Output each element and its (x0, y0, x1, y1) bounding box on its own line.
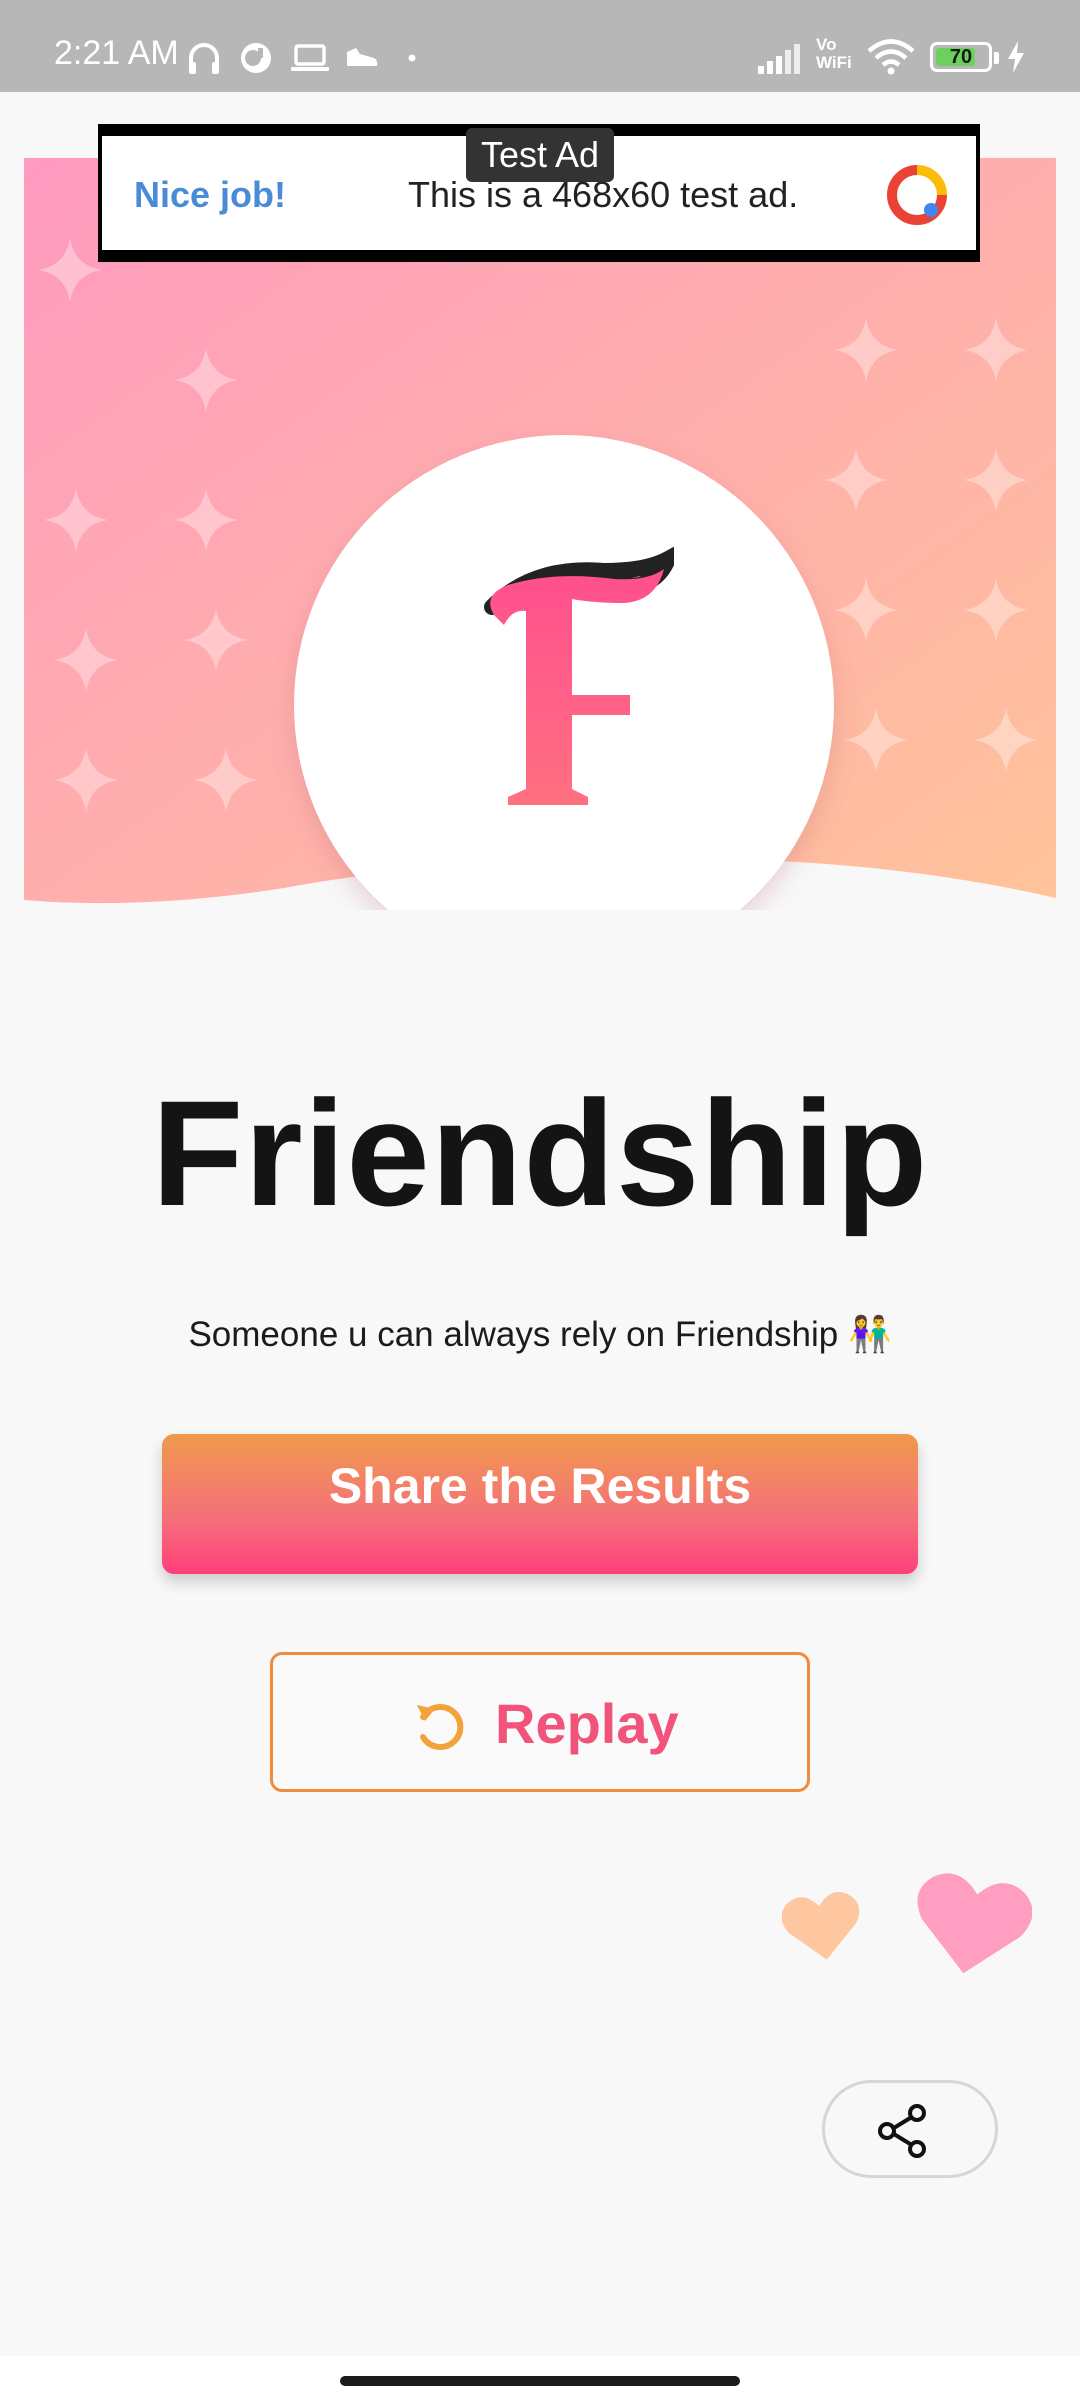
headphones-icon (189, 43, 219, 74)
app-notification-icon (241, 43, 271, 73)
shoe-icon (347, 48, 378, 66)
status-bar: 2:21 AM Vo WiFi 70 (0, 0, 1080, 92)
replay-label: Replay (495, 1692, 679, 1755)
test-ad-label: Test Ad (466, 128, 614, 182)
heart-small-icon (782, 1891, 860, 1960)
avatar-letter-f-icon (484, 546, 674, 805)
status-right-icons: Vo WiFi 70 (756, 36, 1036, 78)
result-description: Someone u can always rely on Friendship … (188, 1315, 892, 1354)
app-screen: 2:21 AM Vo WiFi 70 Nice job! This is a 4… (0, 0, 1080, 2400)
dot-icon (408, 54, 416, 62)
vowifi-indicator: Vo WiFi (816, 36, 852, 72)
laptop-icon (291, 44, 329, 71)
share-results-button[interactable]: Share the Results (162, 1434, 918, 1574)
heart-large-icon (917, 1873, 1032, 1974)
navigation-bar (0, 2356, 1080, 2400)
home-indicator[interactable] (340, 2376, 740, 2386)
share-icon-button[interactable] (822, 2080, 998, 2178)
battery-level: 70 (949, 46, 973, 68)
vowifi-line-1: Vo (816, 35, 837, 54)
charging-icon (1008, 41, 1024, 73)
battery-tip (994, 52, 999, 64)
ad-choices-logo-icon[interactable] (886, 164, 948, 226)
share-icon (878, 2104, 926, 2158)
wifi-icon (867, 39, 915, 75)
result-title: Friendship (151, 1069, 929, 1237)
result-header-banner (24, 158, 1056, 910)
battery-icon: 70 (930, 42, 992, 72)
ad-headline[interactable]: Nice job! (134, 174, 286, 216)
signal-icon (758, 44, 800, 74)
vowifi-line-2: WiFi (816, 53, 852, 72)
status-time: 2:21 AM (54, 34, 179, 72)
share-results-label: Share the Results (328, 1458, 752, 1514)
replay-button[interactable]: Replay (270, 1652, 810, 1792)
replay-icon (417, 1704, 464, 1750)
